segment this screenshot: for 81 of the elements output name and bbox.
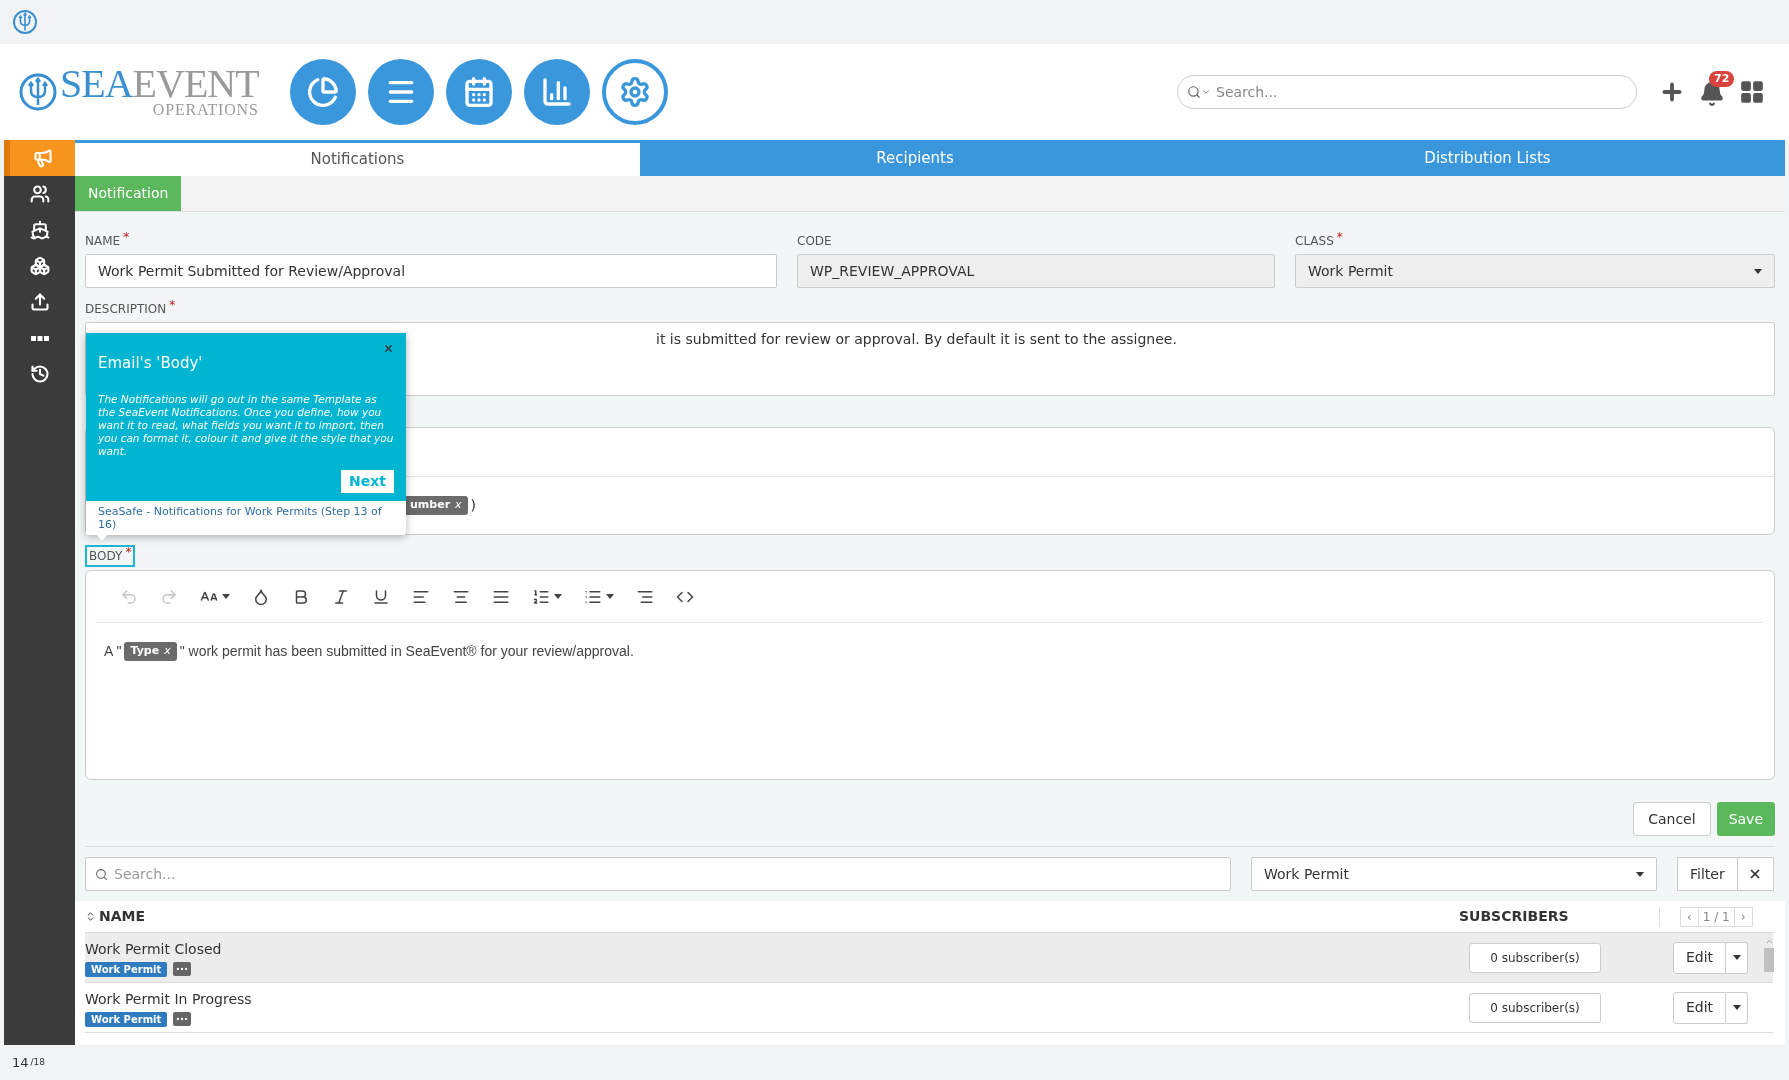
required-marker: * <box>125 547 132 557</box>
tab[interactable]: Notifications <box>75 140 640 176</box>
required-marker: * <box>1336 232 1343 242</box>
ship-icon <box>29 220 50 240</box>
next-page-button[interactable]: › <box>1733 906 1753 927</box>
bar-chart-icon <box>541 76 573 108</box>
tour-step-text: SeaSafe - Notifications for Work Permits (Step 13 of 16) <box>97 503 383 533</box>
edit-button[interactable]: Edit <box>1673 941 1727 974</box>
sort-icon[interactable] <box>85 911 96 922</box>
notification-bell-icon[interactable] <box>1699 81 1725 107</box>
class-select[interactable]: Work Permit <box>1295 254 1775 288</box>
ordered-list-icon <box>532 587 550 606</box>
edit-button[interactable]: Edit <box>1673 991 1727 1024</box>
field-label: DESCRIPTION <box>85 301 167 318</box>
redo-icon <box>160 587 178 606</box>
caret-icon <box>1732 1005 1741 1010</box>
class-filter-select[interactable]: Work Permit <box>1251 857 1657 891</box>
upload-icon <box>29 292 50 312</box>
field-label: CODE <box>797 233 832 250</box>
megaphone-icon <box>32 148 53 168</box>
merge-field-tag[interactable]: Type x <box>124 642 177 661</box>
page-number: 14 <box>12 1053 29 1072</box>
notification-count-badge: 72 <box>1709 71 1735 87</box>
body-text: A " <box>104 642 122 661</box>
merge-field-tag[interactable]: umber x <box>404 496 468 515</box>
search-icon <box>95 868 108 881</box>
field-label: CLASS <box>1295 233 1334 250</box>
more-icon[interactable] <box>173 962 192 976</box>
subscribers-button[interactable]: 0 subscriber(s) <box>1469 942 1601 973</box>
subscribers-button[interactable]: 0 subscriber(s) <box>1469 992 1601 1023</box>
column-header[interactable]: NAME <box>99 906 1459 927</box>
scrollbar-thumb[interactable] <box>1764 948 1774 972</box>
page-indicator: 1 / 1 <box>1698 906 1734 927</box>
more-icon <box>30 335 49 341</box>
cancel-button[interactable]: Cancel <box>1633 802 1711 836</box>
filter-button[interactable]: Filter <box>1677 857 1738 891</box>
code-field[interactable]: WP_REVIEW_APPROVAL <box>797 254 1275 288</box>
undo-icon <box>120 587 138 606</box>
more-icon[interactable] <box>173 1012 192 1026</box>
caret-icon <box>1754 268 1762 274</box>
notification-name: Work Permit In Progress <box>85 989 253 1009</box>
body-text: " work permit has been submitted in SeaEvent® for your review/approval. <box>179 642 634 661</box>
edit-options-button[interactable] <box>1726 941 1749 974</box>
search-icon[interactable] <box>1187 85 1201 99</box>
class-tag: Work Permit <box>85 1011 168 1027</box>
column-header: SUBSCRIBERS <box>1459 907 1570 926</box>
popover-title: Email's 'Body' <box>98 353 204 374</box>
pie-chart-icon <box>307 76 339 108</box>
caret-icon <box>554 594 562 599</box>
app-logo-icon <box>12 9 38 35</box>
caret-icon <box>222 594 230 599</box>
caret-icon <box>606 594 614 599</box>
boxes-icon <box>29 256 50 276</box>
trident-icon <box>18 72 58 112</box>
list-search-field[interactable]: Search... <box>85 857 1231 891</box>
underline-icon <box>372 587 390 606</box>
name-field[interactable]: Work Permit Submitted for Review/Approval <box>85 254 777 288</box>
edit-options-button[interactable] <box>1726 991 1749 1024</box>
text-color-icon <box>252 587 270 606</box>
settings-icon <box>619 76 651 108</box>
close-icon[interactable] <box>383 343 394 354</box>
search-field[interactable]: Search... <box>1177 75 1637 109</box>
notification-row[interactable]: Work Permit Closed Work Permit 0 subscriber(s) Edit <box>85 933 1773 983</box>
caret-icon <box>1636 871 1644 877</box>
previous-page-button[interactable]: ‹ <box>1680 906 1699 927</box>
calendar-icon <box>463 76 495 108</box>
required-marker: * <box>123 232 130 242</box>
history-icon <box>29 364 50 384</box>
caret-icon[interactable] <box>1201 87 1211 97</box>
subject-text: ) <box>470 496 477 515</box>
required-marker: * <box>169 300 176 310</box>
italic-icon <box>332 587 350 606</box>
notification-name: Work Permit Closed <box>85 939 223 959</box>
caret-icon <box>1732 955 1741 960</box>
page-total: /18 <box>30 1055 46 1069</box>
class-tag: Work Permit <box>85 961 168 977</box>
field-label: NAME <box>85 233 121 250</box>
clear-filter-button[interactable] <box>1737 857 1774 891</box>
apps-grid-icon[interactable] <box>1739 79 1765 105</box>
body-label-highlight: BODY * <box>85 545 136 567</box>
users-icon <box>29 184 50 204</box>
